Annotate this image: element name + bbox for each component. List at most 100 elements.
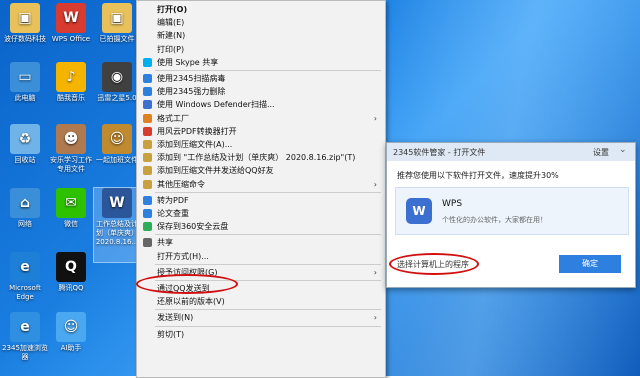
desktop-icon-label: WPS Office — [51, 35, 91, 43]
menu-item-label: 使用2345强力删除 — [157, 87, 226, 97]
desktop-icon[interactable]: ♻ 回收站 — [2, 124, 48, 165]
menu-item[interactable]: 使用 Windows Defender扫描... — [137, 98, 385, 111]
network-icon: ⌂ — [10, 188, 40, 218]
menu-item[interactable]: 用风云PDF转换器打开 — [137, 125, 385, 138]
desktop-icon-label: 一起加班文件 — [96, 156, 138, 164]
menu-item[interactable]: 格式工厂 › — [137, 112, 385, 125]
settings-button[interactable]: 设置 — [593, 147, 609, 158]
menu-item-label: 剪切(T) — [157, 329, 185, 339]
menu-item[interactable]: 转为PDF — [137, 194, 385, 207]
menu-item[interactable]: 添加到压缩文件并发送给QQ好友 — [137, 164, 385, 177]
context-menu: 打开(O) 编辑(E) 新建(N) 打印(P) 使用 Skype 共享使用2345扫描病… — [136, 0, 386, 378]
desktop-icon-label: AI助手 — [60, 344, 82, 352]
desktop-icon-label: 已拍摄文件 — [99, 35, 135, 43]
menu-item-label: 保存到360安全云盘 — [157, 222, 229, 232]
menu-item-label: 添加到压缩文件(A)... — [157, 140, 233, 149]
desktop-icon-label: 工作总结及计划（单庆爽）2020.8.16... — [95, 220, 139, 246]
menu-item[interactable]: 发送到(N) › — [137, 311, 385, 324]
desktop-icon[interactable]: W 工作总结及计划（单庆爽）2020.8.16... — [93, 187, 141, 263]
menu-item-label: 打开(O) — [157, 5, 188, 14]
desktop-icon-label: 此电脑 — [14, 94, 36, 102]
menu-item[interactable]: 还原以前的版本(V) — [137, 295, 385, 308]
menu-separator — [155, 234, 381, 236]
desktop-icon-label: Microsoft Edge — [9, 284, 41, 301]
menu-item[interactable]: 使用 Skype 共享 — [137, 56, 385, 69]
app-name: WPS — [442, 199, 463, 209]
desktop-icon[interactable]: ♪ 酷我音乐 — [48, 62, 94, 103]
qq-icon: Q — [56, 252, 86, 282]
desktop-icon-label: 酷我音乐 — [57, 94, 85, 102]
desktop-icon[interactable]: ⌂ 网络 — [2, 188, 48, 229]
desktop-icon[interactable]: ☺ 一起加班文件 — [94, 124, 140, 165]
menu-item[interactable]: 使用2345强力删除 — [137, 85, 385, 98]
character-icon: ☺ — [102, 124, 132, 154]
shield-icon — [143, 87, 152, 97]
pdf-icon — [143, 126, 152, 136]
menu-item[interactable]: 论文查重 — [137, 207, 385, 220]
recycle-bin-icon: ♻ — [10, 124, 40, 154]
user-folder-icon: ▣ — [10, 3, 40, 33]
chevron-right-icon: › — [373, 267, 377, 277]
ai-robot-icon: ☺ — [56, 312, 86, 342]
share-icon — [143, 238, 152, 248]
menu-item-label: 添加到压缩文件并发送给QQ好友 — [157, 166, 274, 176]
desktop-icon[interactable]: ◉ 迅雷之星5.0 — [94, 62, 140, 103]
menu-item-label: 其他压缩命令 — [157, 179, 205, 189]
menu-separator — [155, 325, 381, 327]
desktop-icon[interactable]: e Microsoft Edge — [2, 252, 48, 302]
menu-item[interactable]: 使用2345扫描病毒 — [137, 72, 385, 85]
desktop-icon-label: 2345加速浏览器 — [2, 344, 48, 361]
dialog-prompt: 推荐您使用以下软件打开文件，速度提升30% — [397, 171, 559, 180]
desktop-icon[interactable]: ▣ 已拍摄文件 — [94, 3, 140, 44]
menu-item-label: 使用2345扫描病毒 — [157, 74, 226, 83]
menu-item[interactable]: 打开方式(H)... — [137, 250, 385, 263]
desktop-icon-label: 波仔数码科技 — [4, 35, 46, 43]
archive-icon — [143, 153, 152, 163]
shield-icon — [143, 74, 152, 83]
menu-item[interactable]: 其他压缩命令 › — [137, 178, 385, 191]
format-factory-icon — [143, 113, 152, 123]
ok-button[interactable]: 确定 — [559, 255, 621, 273]
menu-item[interactable]: 打开(O) — [137, 3, 385, 16]
menu-item-label: 新建(N) — [157, 31, 186, 41]
paper-check-icon — [143, 209, 152, 218]
menu-item[interactable]: 共享 — [137, 236, 385, 249]
menu-item-label: 共享 — [157, 238, 173, 248]
menu-item[interactable]: 新建(N) — [137, 29, 385, 42]
menu-separator — [155, 70, 381, 71]
chevron-right-icon: › — [373, 179, 377, 189]
desktop-icon[interactable]: Q 腾讯QQ — [48, 252, 94, 293]
menu-item[interactable]: 编辑(E) — [137, 16, 385, 29]
skype-icon — [143, 57, 152, 67]
menu-item[interactable]: 添加到 "工作总结及计划（单庆爽） 2020.8.16.zip"(T) — [137, 151, 385, 164]
menu-separator — [155, 263, 381, 265]
menu-item-label: 编辑(E) — [157, 18, 185, 28]
annotation-circle-open-with — [136, 274, 238, 294]
archive-icon — [143, 140, 152, 149]
desktop-icon[interactable]: ▣ 波仔数码科技 — [2, 3, 48, 44]
desktop-icon-label: 安乐学习工作专用文件 — [50, 156, 92, 173]
archive-icon — [143, 166, 152, 176]
app-option-wps[interactable]: W WPS 个性化的办公软件，大家都在用！ — [395, 187, 629, 235]
menu-item[interactable]: 添加到压缩文件(A)... — [137, 138, 385, 151]
menu-item[interactable]: 剪切(T) — [137, 328, 385, 341]
archive-icon — [143, 179, 152, 189]
desktop-icon[interactable]: ✉ 微信 — [48, 188, 94, 229]
desktop-icon[interactable]: e 2345加速浏览器 — [2, 312, 48, 362]
desktop-icon-label: 腾讯QQ — [58, 284, 84, 292]
menu-item[interactable]: 保存到360安全云盘 — [137, 220, 385, 233]
open-file-dialog: 2345软件管家 - 打开文件 设置 ⌄ 推荐您使用以下软件打开文件，速度提升3… — [386, 142, 636, 288]
menu-item-label: 还原以前的版本(V) — [157, 297, 225, 307]
desktop-icon[interactable]: ▭ 此电脑 — [2, 62, 48, 103]
desktop-icon[interactable]: ☺ AI助手 — [48, 312, 94, 353]
desktop-icon[interactable]: ☻ 安乐学习工作专用文件 — [48, 124, 94, 174]
app-description: 个性化的办公软件，大家都在用！ — [442, 216, 547, 224]
desktop-icon-label: 微信 — [64, 220, 78, 228]
menu-item-label: 论文查重 — [157, 209, 189, 218]
chevron-right-icon: › — [373, 313, 377, 323]
desktop-icon[interactable]: W WPS Office — [48, 3, 94, 44]
browser-icon: e — [10, 312, 40, 342]
dialog-title: 2345软件管家 - 打开文件 — [393, 148, 486, 157]
menu-item[interactable]: 打印(P) — [137, 43, 385, 56]
chevron-down-icon[interactable]: ⌄ — [619, 145, 627, 155]
